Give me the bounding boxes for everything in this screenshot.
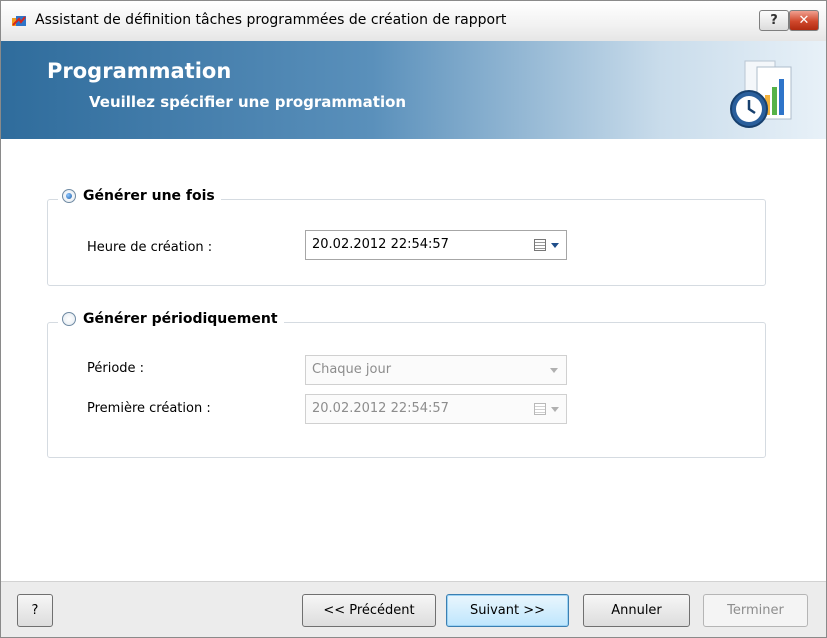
creation-time-label: Heure de création : [87, 240, 213, 255]
header-banner: Programmation Veuillez spécifier une pro… [1, 41, 826, 139]
wizard-window: Assistant de définition tâches programmé… [0, 0, 827, 638]
chevron-down-icon[interactable] [550, 368, 558, 373]
cancel-button[interactable]: Annuler [583, 594, 690, 627]
first-creation-picker[interactable]: 20.02.2012 22:54:57 [305, 394, 567, 424]
calendar-icon[interactable] [534, 239, 546, 251]
period-label: Période : [87, 361, 145, 376]
once-group: Générer une fois Heure de création : 20.… [47, 188, 766, 286]
button-bar: ? << Précédent Suivant >> Annuler Termin… [1, 581, 826, 637]
help-button[interactable]: ? [17, 594, 53, 627]
period-select[interactable]: Chaque jour [305, 355, 567, 385]
clock-report-icon [730, 60, 792, 128]
page-subtitle: Veuillez spécifier une programmation [89, 93, 407, 111]
once-radio-button[interactable] [62, 189, 76, 203]
period-value: Chaque jour [312, 362, 392, 377]
back-button[interactable]: << Précédent [302, 594, 436, 627]
calendar-icon[interactable] [534, 403, 546, 415]
chevron-down-icon[interactable] [551, 243, 559, 248]
creation-time-value: 20.02.2012 22:54:57 [312, 237, 449, 252]
close-icon[interactable]: ✕ [789, 10, 819, 31]
title-bar[interactable]: Assistant de définition tâches programmé… [1, 1, 826, 42]
once-radio-label: Générer une fois [83, 188, 215, 204]
chevron-down-icon[interactable] [551, 407, 559, 412]
periodic-group: Générer périodiquement Période : Chaque … [47, 311, 766, 458]
creation-time-picker[interactable]: 20.02.2012 22:54:57 [305, 230, 567, 260]
finish-button[interactable]: Terminer [703, 594, 808, 627]
help-icon[interactable]: ? [759, 10, 789, 31]
periodic-radio[interactable]: Générer périodiquement [58, 311, 284, 327]
periodic-radio-button[interactable] [62, 312, 76, 326]
periodic-radio-label: Générer périodiquement [83, 311, 278, 327]
once-radio[interactable]: Générer une fois [58, 188, 221, 204]
page-title: Programmation [47, 59, 232, 83]
window-title: Assistant de définition tâches programmé… [35, 12, 507, 28]
first-creation-value: 20.02.2012 22:54:57 [312, 401, 449, 416]
app-icon [12, 16, 26, 26]
next-button[interactable]: Suivant >> [446, 594, 569, 627]
first-creation-label: Première création : [87, 401, 211, 416]
